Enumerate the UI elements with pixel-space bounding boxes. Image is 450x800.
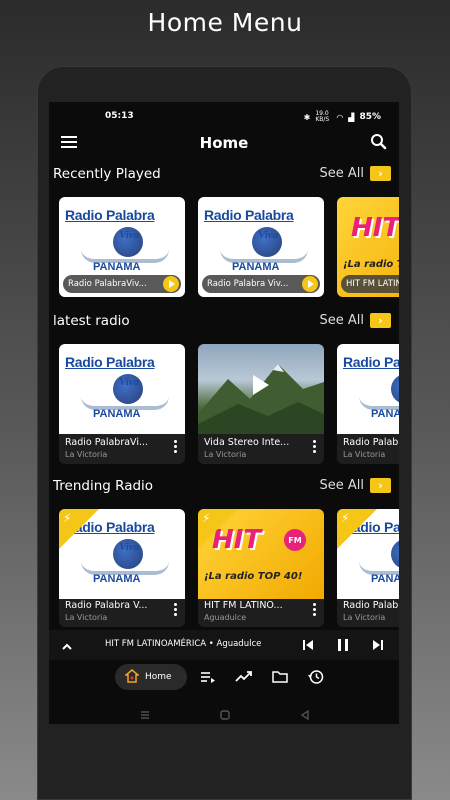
station-location: La Victoria bbox=[204, 450, 247, 459]
station-name: Radio Palabra V... bbox=[65, 600, 148, 611]
section-trending-radio: Trending Radio See All › Radio Palabra V… bbox=[49, 478, 399, 628]
play-icon[interactable] bbox=[163, 276, 179, 292]
queue-icon[interactable] bbox=[199, 668, 217, 686]
card-label: Radio Palabra Viv... bbox=[202, 275, 320, 293]
app-bar: Home bbox=[49, 128, 399, 162]
mini-player[interactable]: HIT FM LATINOAMÉRICA • Aguadulce bbox=[49, 630, 399, 660]
recent-card[interactable]: HIT FM ¡La radio TOP 40! HIT FM LATIN bbox=[337, 197, 399, 297]
section-latest-radio: latest radio See All › Radio Palabra Viv… bbox=[49, 313, 399, 468]
radio-card[interactable]: Radio Palabra Viva PANAMA ⚡ Radio Palab … bbox=[337, 509, 399, 627]
radio-palabra-viva-logo: Radio Palabra Viva PANAMA bbox=[59, 344, 185, 434]
section-recently-played: Recently Played See All › Radio Palabra … bbox=[49, 166, 399, 306]
radio-card[interactable]: Radio Palabra Viva PANAMA ⚡ Radio Palabr… bbox=[59, 509, 185, 627]
folder-icon[interactable] bbox=[271, 668, 289, 686]
more-vert-icon[interactable] bbox=[171, 440, 179, 456]
skip-previous-icon[interactable] bbox=[299, 636, 317, 654]
radio-card[interactable]: Vida Stereo Inte... La Victoria bbox=[198, 344, 324, 464]
chevron-right-icon: › bbox=[370, 166, 391, 181]
recent-card[interactable]: Radio Palabra Viva PANAMA Radio Palabra … bbox=[198, 197, 324, 297]
more-vert-icon[interactable] bbox=[171, 603, 179, 619]
search-icon[interactable] bbox=[369, 132, 389, 152]
station-location: La Victoria bbox=[65, 613, 108, 622]
recent-card[interactable]: Radio Palabra Viva PANAMA Radio PalabraV… bbox=[59, 197, 185, 297]
trending-icon[interactable] bbox=[235, 668, 253, 686]
bolt-icon: ⚡ bbox=[202, 511, 211, 525]
home-system-icon[interactable] bbox=[219, 706, 231, 724]
history-icon[interactable] bbox=[307, 668, 325, 686]
pause-icon[interactable] bbox=[334, 636, 352, 654]
more-vert-icon[interactable] bbox=[310, 603, 318, 619]
mountain-photo bbox=[198, 344, 324, 434]
radio-card[interactable]: Radio Palabra Viva PANAMA Radio Palab La… bbox=[337, 344, 399, 464]
recent-apps-icon[interactable] bbox=[139, 706, 151, 724]
station-location: Aguadulce bbox=[204, 613, 247, 622]
skip-next-icon[interactable] bbox=[369, 636, 387, 654]
radio-card[interactable]: Radio Palabra Viva PANAMA Radio PalabraV… bbox=[59, 344, 185, 464]
section-title: latest radio bbox=[53, 313, 130, 329]
chevron-up-icon[interactable] bbox=[61, 638, 73, 650]
bolt-icon: ⚡ bbox=[63, 511, 72, 525]
system-nav bbox=[49, 700, 399, 724]
radio-palabra-viva-logo: Radio Palabra Viva PANAMA bbox=[337, 344, 399, 434]
station-name: Radio Palab bbox=[343, 600, 399, 611]
bluetooth-icon: ✱ bbox=[303, 112, 311, 122]
station-location: La Victoria bbox=[343, 450, 386, 459]
station-location: La Victoria bbox=[343, 613, 386, 622]
station-name: Vida Stereo Inte... bbox=[204, 437, 290, 448]
status-time: 05:13 bbox=[105, 111, 134, 121]
see-all-button[interactable]: See All › bbox=[320, 166, 391, 181]
play-icon[interactable] bbox=[302, 276, 318, 292]
status-bar: 05:13 ✱ 19.0 KB/S ◠ ▟ 85% bbox=[49, 102, 399, 128]
nav-home[interactable]: Home bbox=[115, 664, 187, 690]
bottom-nav: Home bbox=[49, 660, 399, 700]
station-name: HIT FM LATINO... bbox=[204, 600, 283, 611]
station-name: Radio PalabraVi... bbox=[65, 437, 149, 448]
app-screen: 05:13 ✱ 19.0 KB/S ◠ ▟ 85% Home Recently … bbox=[49, 102, 399, 724]
wifi-icon: ◠ bbox=[336, 112, 344, 122]
play-icon[interactable] bbox=[253, 374, 269, 395]
chevron-right-icon: › bbox=[370, 478, 391, 493]
more-vert-icon[interactable] bbox=[310, 440, 318, 456]
bolt-icon: ⚡ bbox=[341, 511, 350, 525]
back-icon[interactable] bbox=[299, 706, 311, 724]
home-icon bbox=[123, 668, 141, 687]
signal-icon: ▟ bbox=[348, 112, 355, 122]
page-title: Home bbox=[199, 134, 249, 152]
screenshot-caption: Home Menu bbox=[147, 8, 303, 37]
battery-level: 85% bbox=[359, 112, 381, 122]
card-label: Radio PalabraViv... bbox=[63, 275, 181, 293]
section-title: Trending Radio bbox=[53, 478, 154, 494]
chevron-right-icon: › bbox=[370, 313, 391, 328]
card-label: HIT FM LATIN bbox=[341, 275, 399, 293]
network-speed: 19.0 KB/S bbox=[315, 110, 330, 123]
radio-card[interactable]: HIT FM ¡La radio TOP 40! ⚡ HIT FM LATINO… bbox=[198, 509, 324, 627]
see-all-button[interactable]: See All › bbox=[320, 313, 391, 328]
status-icons: ✱ 19.0 KB/S ◠ ▟ 85% bbox=[304, 111, 381, 123]
see-all-button[interactable]: See All › bbox=[320, 478, 391, 493]
station-name: Radio Palab bbox=[343, 437, 399, 448]
station-location: La Victoria bbox=[65, 450, 108, 459]
now-playing-text: HIT FM LATINOAMÉRICA • Aguadulce bbox=[105, 639, 262, 649]
section-title: Recently Played bbox=[53, 166, 161, 182]
